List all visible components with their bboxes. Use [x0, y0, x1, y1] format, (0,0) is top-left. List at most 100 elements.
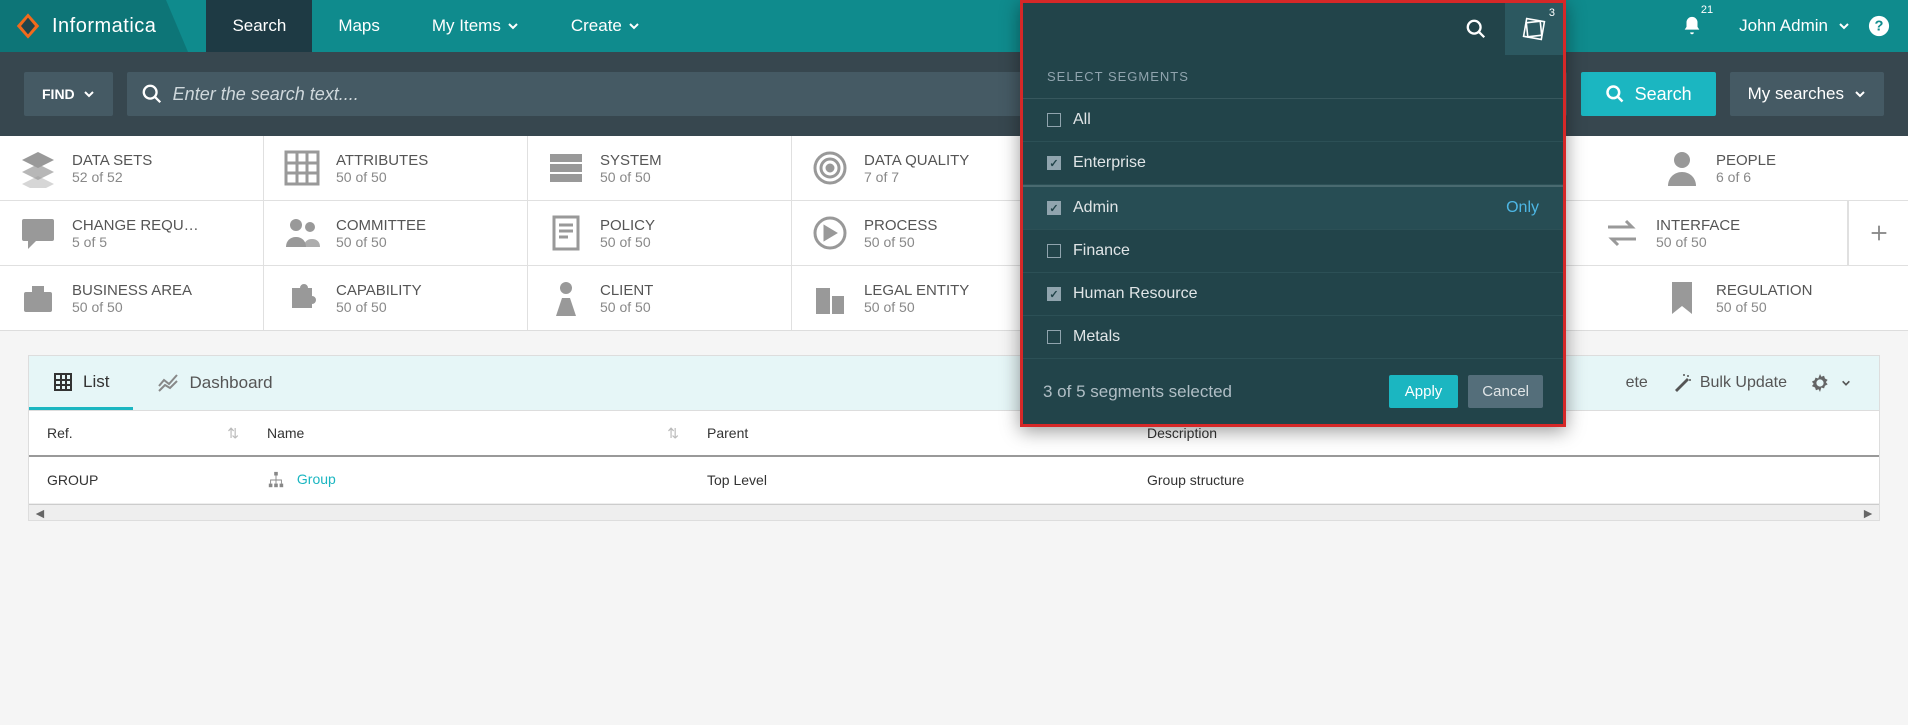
notify-badge: 21 [1701, 4, 1713, 16]
segment-metals[interactable]: Metals [1023, 316, 1563, 359]
cell-ref: GROUP [29, 456, 249, 504]
tab-list[interactable]: List [29, 356, 133, 410]
grid-icon [53, 372, 73, 392]
facet-client[interactable]: CLIENT50 of 50 [528, 266, 792, 330]
brand-area[interactable]: Informatica [0, 0, 166, 52]
cell-name[interactable]: Group [249, 456, 689, 504]
facet-capability[interactable]: CAPABILITY50 of 50 [264, 266, 528, 330]
apply-button[interactable]: Apply [1389, 375, 1459, 408]
search-icon [1465, 18, 1487, 40]
checkbox-checked-icon [1047, 287, 1061, 301]
horizontal-scrollbar[interactable]: ◄ ► [29, 504, 1879, 520]
chevron-down-icon [1854, 88, 1866, 100]
arrow-circle-icon [810, 213, 850, 253]
chevron-down-icon [507, 20, 519, 32]
settings-button[interactable] [1811, 374, 1859, 392]
chevron-down-icon [628, 20, 640, 32]
col-ref[interactable]: Ref.⇅ [29, 411, 249, 456]
nav-items: Search Maps My Items Create [206, 0, 665, 52]
facet-people[interactable]: PEOPLE6 of 6 [1644, 136, 1908, 200]
popover-search-btn[interactable] [1447, 3, 1505, 55]
top-nav: Informatica Search Maps My Items Create … [0, 0, 1908, 52]
facet-data-sets[interactable]: DATA SETS52 of 52 [0, 136, 264, 200]
segments-icon [1522, 17, 1546, 41]
logo-icon [14, 12, 42, 40]
facet-grid: DATA SETS52 of 52 ATTRIBUTES50 of 50 SYS… [0, 136, 1908, 331]
only-link[interactable]: Only [1506, 199, 1539, 217]
my-searches-button[interactable]: My searches [1730, 72, 1884, 116]
segment-enterprise[interactable]: Enterprise [1023, 142, 1563, 185]
plus-icon [1868, 222, 1890, 244]
search-icon [1605, 84, 1625, 104]
checkbox-icon [1047, 244, 1061, 258]
segments-popover: 3 SELECT SEGMENTS All Enterprise Admin O… [1020, 0, 1566, 427]
delete-button[interactable]: ete [1626, 374, 1648, 392]
hierarchy-icon [267, 471, 285, 489]
nav-right: 21 John Admin ? [1547, 0, 1908, 52]
server-icon [546, 148, 586, 188]
sort-icon: ⇅ [227, 425, 239, 442]
nav-my-items[interactable]: My Items [406, 0, 545, 52]
building-icon [810, 278, 850, 318]
help-icon: ? [1868, 14, 1890, 38]
popover-status: 3 of 5 segments selected [1043, 382, 1232, 402]
segment-finance[interactable]: Finance [1023, 230, 1563, 273]
layers-icon [18, 148, 58, 188]
checkbox-icon [1047, 330, 1061, 344]
cell-description: Group structure [1129, 456, 1879, 504]
tab-dashboard[interactable]: Dashboard [133, 356, 296, 410]
results-grid: Ref.⇅ Name⇅ Parent Description GROUP Gro… [28, 411, 1880, 521]
segment-admin[interactable]: Admin Only [1023, 187, 1563, 230]
user-menu[interactable]: John Admin [1721, 16, 1868, 36]
nav-search[interactable]: Search [206, 0, 312, 52]
nav-notifications-btn[interactable]: 21 [1663, 0, 1721, 52]
popover-segments-btn[interactable]: 3 [1505, 3, 1563, 55]
segment-all[interactable]: All [1023, 99, 1563, 142]
facet-change-request[interactable]: CHANGE REQU…5 of 5 [0, 201, 264, 265]
person-icon [1662, 148, 1702, 188]
document-icon [546, 213, 586, 253]
facet-committee[interactable]: COMMITTEE50 of 50 [264, 201, 528, 265]
facet-policy[interactable]: POLICY50 of 50 [528, 201, 792, 265]
facet-business-area[interactable]: BUSINESS AREA50 of 50 [0, 266, 264, 330]
search-icon [141, 83, 163, 105]
people-icon [282, 213, 322, 253]
segments-badge: 3 [1549, 7, 1555, 19]
facet-process[interactable]: PROCESS50 of 50 [792, 201, 1056, 265]
brand-text: Informatica [52, 15, 156, 38]
bookmark-icon [1662, 278, 1702, 318]
swap-icon [1602, 213, 1642, 253]
grid-icon [282, 148, 322, 188]
facet-legal-entity[interactable]: LEGAL ENTITY50 of 50 [792, 266, 1056, 330]
facet-regulation[interactable]: REGULATION50 of 50 [1644, 266, 1908, 330]
svg-text:?: ? [1875, 19, 1884, 35]
segment-human-resource[interactable]: Human Resource [1023, 273, 1563, 316]
wand-icon [1672, 373, 1692, 393]
checkbox-icon [1047, 113, 1061, 127]
scroll-right-icon: ► [1861, 505, 1875, 521]
facet-data-quality[interactable]: DATA QUALITY7 of 7 [792, 136, 1056, 200]
search-button[interactable]: Search [1581, 72, 1716, 116]
popover-title: SELECT SEGMENTS [1023, 55, 1563, 99]
checkbox-checked-icon [1047, 201, 1061, 215]
bell-icon [1681, 15, 1703, 37]
briefcase-icon [18, 278, 58, 318]
table-row[interactable]: GROUP Group Top Level Group structure [29, 456, 1879, 504]
cancel-button[interactable]: Cancel [1468, 375, 1543, 408]
add-facet-button[interactable] [1848, 201, 1908, 265]
facet-interface[interactable]: INTERFACE50 of 50 [1584, 201, 1848, 265]
nav-create[interactable]: Create [545, 0, 666, 52]
puzzle-icon [282, 278, 322, 318]
facet-attributes[interactable]: ATTRIBUTES50 of 50 [264, 136, 528, 200]
bulk-update-button[interactable]: Bulk Update [1672, 373, 1787, 393]
gear-icon [1811, 374, 1829, 392]
nav-maps[interactable]: Maps [312, 0, 406, 52]
chevron-down-icon [1838, 20, 1850, 32]
col-name[interactable]: Name⇅ [249, 411, 689, 456]
tab-bar: List Dashboard ete Bulk Update [28, 355, 1880, 411]
checkbox-checked-icon [1047, 156, 1061, 170]
chat-icon [18, 213, 58, 253]
find-dropdown[interactable]: FIND [24, 72, 113, 116]
help-button[interactable]: ? [1868, 14, 1908, 38]
facet-system[interactable]: SYSTEM50 of 50 [528, 136, 792, 200]
